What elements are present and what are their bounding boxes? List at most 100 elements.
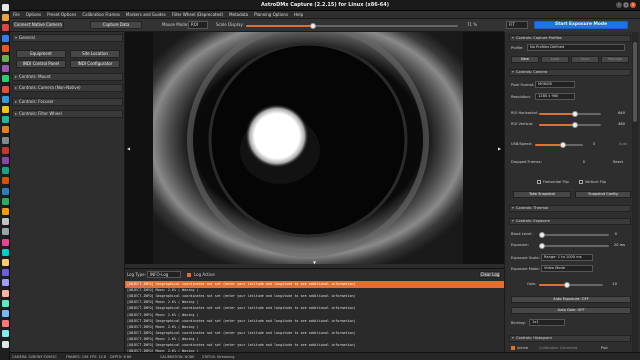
indi-configurator-button[interactable]: INDI Configurator	[70, 60, 120, 68]
profile-manage-button[interactable]: Manage	[601, 56, 629, 63]
dock-app-icon[interactable]	[1, 157, 9, 164]
dock-app-icon[interactable]	[1, 44, 9, 52]
roi-horizontal-slider-handle[interactable]	[572, 111, 578, 117]
dock-app-icon[interactable]	[1, 75, 9, 83]
fit-select[interactable]: FIT	[506, 21, 528, 29]
section-controls-camera[interactable]: Controls: Camera	[509, 69, 631, 76]
dock-app-icon[interactable]	[1, 248, 9, 256]
clear-log-button[interactable]: Clear Log	[479, 271, 501, 278]
dock-app-icon[interactable]	[1, 299, 9, 307]
menu-filter-wheel[interactable]: Filter Wheel (Deprecated)	[169, 11, 226, 17]
capture-data-button[interactable]: Capture Data	[90, 21, 142, 29]
menu-planning-options[interactable]: Planning Options	[251, 11, 291, 17]
gain-slider-track[interactable]	[567, 284, 603, 286]
viewport-left-arrow[interactable]: ◀	[127, 146, 130, 151]
dock-app-icon[interactable]	[1, 238, 9, 246]
image-viewport[interactable]: ◀ ▶ ▼	[125, 23, 504, 265]
roi-vertical-slider-handle[interactable]	[572, 122, 578, 128]
black-level-slider-handle[interactable]	[539, 232, 545, 238]
viewport-right-arrow[interactable]: ▶	[498, 146, 501, 151]
dock-app-icon[interactable]	[1, 24, 9, 32]
section-controls-histogram[interactable]: Controls: Histogram	[509, 335, 631, 342]
dock-app-icon[interactable]	[1, 208, 9, 215]
maximize-icon[interactable]: □	[623, 2, 629, 8]
roi-horizontal-slider-track[interactable]	[575, 113, 601, 115]
auto-exposure-button[interactable]: Auto Exposure: OFF	[511, 296, 631, 303]
dock-app-icon[interactable]	[1, 197, 9, 205]
dock-app-icon[interactable]	[1, 187, 9, 195]
dock-app-icon[interactable]	[1, 116, 9, 124]
section-general[interactable]: General	[12, 34, 123, 42]
dock-app-icon[interactable]	[1, 95, 9, 103]
close-icon[interactable]: ×	[630, 2, 636, 8]
resolution-select[interactable]: 1280 x 960	[535, 93, 575, 100]
menu-metadata[interactable]: Metadata	[226, 11, 251, 17]
mouse-mode-select[interactable]: ROI	[188, 21, 208, 29]
section-controls-mount[interactable]: Controls: Mount	[12, 73, 123, 81]
exposure-mode-select[interactable]: Video Mode	[541, 265, 593, 272]
site-location-button[interactable]: Site Location	[70, 50, 120, 58]
black-level-slider-track[interactable]	[541, 234, 609, 236]
menu-calibration-frames[interactable]: Calibration Frames	[79, 11, 123, 17]
profile-load-button[interactable]: Load	[541, 56, 569, 63]
dock-app-icon[interactable]	[1, 4, 9, 11]
dock-app-icon[interactable]	[1, 126, 9, 134]
roi-vertical-slider-track[interactable]	[575, 124, 601, 126]
right-panel-scroll-thumb[interactable]	[633, 42, 637, 122]
menu-file[interactable]: File	[10, 11, 23, 17]
section-controls-filter-wheel[interactable]: Controls: Filter Wheel	[12, 110, 123, 118]
menu-options[interactable]: Options	[23, 11, 44, 17]
dock-app-icon[interactable]	[1, 55, 9, 62]
usb-speed-slider-handle[interactable]	[560, 142, 566, 148]
profile-new-button[interactable]: New	[511, 56, 539, 63]
dock-app-icon[interactable]	[1, 228, 9, 236]
pixel-format-select[interactable]: MONO8	[535, 81, 575, 88]
menu-help[interactable]: Help	[291, 11, 306, 17]
vertical-flip-checkbox[interactable]	[579, 180, 583, 184]
histogram-plot-label[interactable]: Plot	[601, 346, 608, 350]
dock-app-icon[interactable]	[1, 34, 9, 42]
dock-app-icon[interactable]	[1, 65, 9, 73]
binning-select[interactable]: 1x1	[529, 319, 565, 326]
dropped-frames-reset[interactable]: Reset	[613, 160, 623, 164]
dock-app-icon[interactable]	[1, 279, 9, 287]
equipment-button[interactable]: Equipment	[16, 50, 66, 58]
log-active-checkbox[interactable]	[187, 273, 191, 277]
menu-preset-options[interactable]: Preset Options	[44, 11, 79, 17]
dock-app-icon[interactable]	[1, 310, 9, 317]
usb-speed-slider-track[interactable]	[563, 144, 583, 146]
gain-slider-handle[interactable]	[564, 282, 570, 288]
profile-select[interactable]: No Profiles Defined	[527, 44, 625, 51]
start-exposure-mode-button[interactable]: Start Exposure Mode	[534, 21, 628, 29]
dock-app-icon[interactable]	[1, 320, 9, 328]
scale-display-slider-handle[interactable]	[310, 23, 316, 29]
connect-native-camera-button[interactable]: Connect Native Camera	[12, 21, 64, 29]
minimize-icon[interactable]: –	[616, 2, 622, 8]
section-controls-exposure[interactable]: Controls: Exposure	[509, 218, 631, 225]
calibration-corrected-label[interactable]: Calibration Corrected	[539, 346, 577, 350]
profile-save-button[interactable]: Save	[571, 56, 599, 63]
viewport-down-arrow[interactable]: ▼	[313, 260, 316, 265]
horizontal-flip-checkbox[interactable]	[537, 180, 541, 184]
dock-app-icon[interactable]	[1, 85, 9, 93]
snapshot-config-button[interactable]: Snapshot Config	[575, 191, 631, 198]
dock-app-icon[interactable]	[1, 330, 9, 338]
section-controls-focuser[interactable]: Controls: Focuser	[12, 98, 123, 106]
dock-app-icon[interactable]	[1, 167, 9, 175]
right-panel-scrollbar[interactable]	[632, 32, 638, 352]
dock-app-icon[interactable]	[1, 259, 9, 266]
dock-app-icon[interactable]	[1, 106, 9, 113]
exposure-slider-handle[interactable]	[539, 243, 545, 249]
exposure-scale-select[interactable]: Range: 1 to 1000 ms	[541, 254, 593, 261]
exposure-slider-track[interactable]	[541, 245, 609, 247]
dock-app-icon[interactable]	[1, 289, 9, 297]
auto-gain-button[interactable]: Auto Gain: OFF	[511, 307, 631, 314]
usb-speed-auto[interactable]: Auto	[619, 142, 627, 146]
dock-app-icon[interactable]	[1, 14, 9, 22]
section-controls-camera-non-native[interactable]: Controls: Camera (Non-Native)	[12, 84, 123, 92]
dock-app-icon[interactable]	[1, 146, 9, 154]
histogram-active-checkbox[interactable]	[511, 346, 515, 350]
section-capture-profiles[interactable]: Controls: Capture Profiles	[509, 35, 631, 42]
menu-markers-guides[interactable]: Markers and Guides	[123, 11, 169, 17]
section-controls-thermal[interactable]: Controls: Thermal	[509, 205, 631, 212]
